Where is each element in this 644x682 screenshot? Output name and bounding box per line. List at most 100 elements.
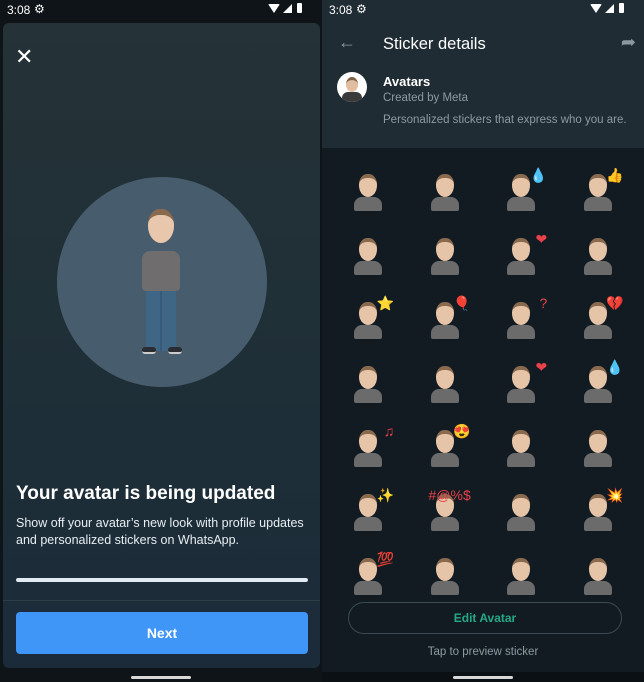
- battery-icon: [297, 3, 302, 13]
- share-icon[interactable]: ➦: [621, 32, 636, 53]
- avatar-sticker-image: [423, 172, 467, 216]
- battery-icon: [619, 3, 624, 13]
- sticker-sparkles-meditate[interactable]: ✨: [330, 482, 407, 546]
- page-title: Sticker details: [383, 35, 486, 53]
- sticker-hearts-around[interactable]: ❤: [483, 226, 560, 290]
- description: Show off your avatar’s new look with pro…: [16, 516, 304, 547]
- sticker-snap-fingers[interactable]: [330, 226, 407, 290]
- progress-fill: [16, 578, 308, 582]
- avatar-sticker-image: 💥: [576, 488, 624, 536]
- avatar-sticker-image: [499, 556, 543, 600]
- avatar-sticker-image: [423, 364, 467, 408]
- avatar-sticker-image: ✨: [346, 488, 394, 536]
- status-bar: 3:08 ⚙: [322, 0, 644, 22]
- avatar-sticker-image: 💧: [576, 360, 624, 408]
- sticker-wink[interactable]: [407, 354, 484, 418]
- close-icon[interactable]: ✕: [15, 46, 33, 68]
- sticker-heart-eyes[interactable]: 😍: [407, 418, 484, 482]
- avatar-sticker-image: ❤: [499, 360, 547, 408]
- sticker-thumbs-up[interactable]: 👍: [560, 162, 637, 226]
- sticker-arms-raised[interactable]: [330, 162, 407, 226]
- avatar-sticker-image: [423, 236, 467, 280]
- sticker-blow-kiss[interactable]: ❤: [483, 354, 560, 418]
- edit-avatar-button[interactable]: Edit Avatar: [348, 602, 622, 634]
- avatar-sticker-image: [576, 236, 620, 280]
- home-indicator[interactable]: [453, 676, 513, 679]
- sticker-decoration-icon: #@%$: [428, 487, 471, 503]
- sticker-decoration-icon: 💥: [606, 487, 624, 503]
- avatar-sticker-image: ?: [499, 296, 547, 344]
- wifi-icon: [268, 3, 280, 13]
- sticker-question-marks[interactable]: ?: [483, 290, 560, 354]
- avatar-sticker-image: [346, 364, 390, 408]
- sticker-decoration-icon: ❤: [535, 359, 548, 375]
- avatar-sticker-image: [576, 556, 620, 600]
- sticker-hands-together[interactable]: [560, 226, 637, 290]
- pack-creator: Created by Meta: [383, 92, 469, 104]
- signal-icon: [283, 3, 292, 13]
- sticker-facepalm[interactable]: [483, 418, 560, 482]
- sticker-hundred[interactable]: 💯: [330, 546, 407, 610]
- sticker-grid: 💧 👍 ❤ ⭐ 🎈? 💔 ❤ 💧 ♫ 😍 ✨ #@%$ 💥 💯: [330, 162, 636, 610]
- avatar-sticker-image: ♫: [346, 424, 394, 472]
- avatar-figure: [142, 209, 182, 359]
- sticker-pack-avatar: [337, 72, 367, 102]
- sticker-desk-work[interactable]: [483, 546, 560, 610]
- avatar-preview: [57, 177, 267, 387]
- avatar-sticker-image: [576, 428, 620, 472]
- settings-gear-icon: ⚙: [34, 2, 45, 16]
- sticker-neutral[interactable]: [407, 162, 484, 226]
- sticker-worried[interactable]: [560, 418, 637, 482]
- preview-hint: Tap to preview sticker: [427, 646, 539, 658]
- sticker-decoration-icon: 🎈: [453, 295, 471, 311]
- avatar-sticker-image: [346, 172, 390, 216]
- next-button[interactable]: Next: [16, 612, 308, 654]
- sticker-dancing-music[interactable]: ♫: [330, 418, 407, 482]
- sticker-decoration-icon: ✨: [376, 487, 395, 503]
- sticker-shrug-wave[interactable]: [483, 482, 560, 546]
- avatar-sticker-image: [499, 492, 543, 536]
- avatar-sticker-image: [346, 236, 390, 280]
- sticker-decoration-icon: ?: [539, 295, 548, 311]
- avatar-sticker-image: [499, 428, 543, 472]
- sticker-pointing[interactable]: [407, 546, 484, 610]
- sticker-decoration-icon: ⭐: [376, 295, 395, 311]
- sticker-decoration-icon: 👍: [606, 167, 624, 183]
- settings-gear-icon: ⚙: [356, 2, 367, 16]
- avatar-update-screen: 3:08 ⚙ ✕ Your avatar is being updated Sh…: [0, 0, 322, 682]
- sticker-pack-header: ← Sticker details ➦ Avatars Created by M…: [322, 22, 644, 148]
- signal-icon: [605, 3, 614, 13]
- nav-bar: [322, 672, 644, 682]
- sticker-laughing-tears[interactable]: 💧: [560, 354, 637, 418]
- status-time: 3:08: [329, 3, 353, 17]
- sticker-decoration-icon: 💔: [606, 295, 624, 311]
- divider: [3, 600, 320, 601]
- avatar-sticker-image: 🎈: [423, 296, 471, 344]
- avatar-sticker-image: 💯: [346, 552, 394, 600]
- avatar-sticker-image: #@%$: [423, 488, 471, 536]
- home-indicator[interactable]: [131, 676, 191, 679]
- status-time: 3:08: [7, 3, 31, 17]
- sticker-grid-area: 💧 👍 ❤ ⭐ 🎈? 💔 ❤ 💧 ♫ 😍 ✨ #@%$ 💥 💯 Edit Avatar Tap to pr…: [322, 148, 644, 672]
- sticker-broken-heart[interactable]: 💔: [560, 290, 637, 354]
- avatar-sticker-image: ❤: [499, 232, 547, 280]
- update-progress-bar: [16, 578, 308, 582]
- sticker-balloon[interactable]: 🎈: [407, 290, 484, 354]
- status-bar: 3:08 ⚙: [0, 0, 322, 22]
- sticker-decoration-icon: 💧: [529, 167, 548, 183]
- sticker-birthday-cake[interactable]: ⭐: [330, 290, 407, 354]
- sticker-thinking[interactable]: [330, 354, 407, 418]
- sticker-decoration-icon: ❤: [535, 231, 548, 247]
- sticker-decoration-icon: 💯: [376, 551, 395, 567]
- sticker-decoration-icon: 😍: [453, 423, 471, 439]
- back-arrow-icon[interactable]: ←: [338, 32, 356, 53]
- avatar-sticker-image: 👍: [576, 168, 624, 216]
- page-title: Your avatar is being updated: [16, 483, 276, 504]
- sticker-peek[interactable]: [560, 546, 637, 610]
- avatar-sticker-image: 😍: [423, 424, 471, 472]
- sticker-censored-curse[interactable]: #@%$: [407, 482, 484, 546]
- sticker-mind-blown[interactable]: 💥: [560, 482, 637, 546]
- sticker-skeptical[interactable]: [407, 226, 484, 290]
- pack-name: Avatars: [383, 74, 431, 89]
- sticker-crying[interactable]: 💧: [483, 162, 560, 226]
